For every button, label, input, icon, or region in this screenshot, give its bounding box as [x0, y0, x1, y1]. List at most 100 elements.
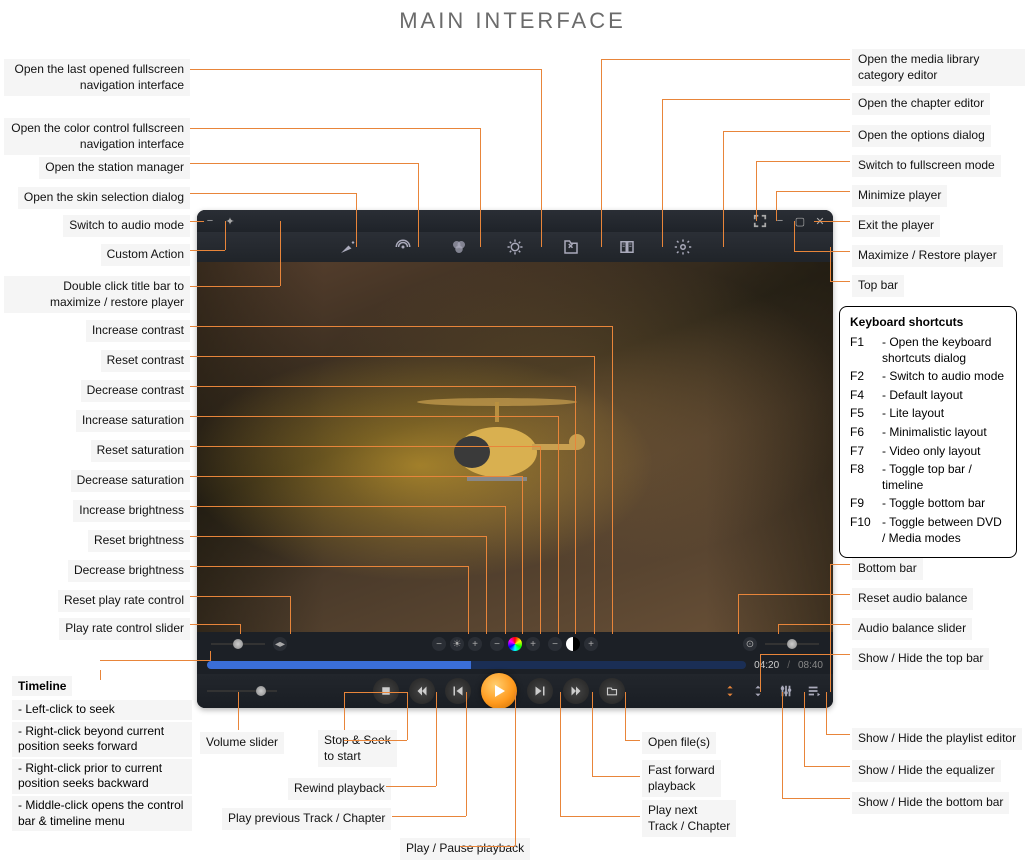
shortcut-row: F10- Toggle between DVD / Media modes	[850, 515, 1006, 546]
annotation-label: Rewind playback	[288, 778, 391, 800]
shortcut-row: F8- Toggle top bar / timeline	[850, 462, 1006, 493]
annotation-label: Open the options dialog	[852, 125, 991, 147]
titlebar[interactable]: − ✦ − ▢ ✕	[197, 210, 833, 232]
shortcut-desc: - Minimalistic layout	[882, 425, 1006, 441]
station-manager-button[interactable]	[393, 238, 413, 256]
shortcut-desc: - Toggle top bar / timeline	[882, 462, 1006, 493]
video-area[interactable]	[197, 262, 833, 632]
current-time: 04:20	[754, 660, 779, 671]
reset-balance-button[interactable]: ⊙	[743, 637, 757, 651]
annotation-label: Decrease brightness	[68, 560, 190, 582]
shortcut-key: F9	[850, 496, 876, 512]
annotation-label: Bottom bar	[852, 558, 923, 580]
shortcut-desc: - Video only layout	[882, 444, 1006, 460]
page-title: MAIN INTERFACE	[0, 0, 1025, 34]
annotation-label: Switch to fullscreen mode	[852, 155, 1001, 177]
shortcut-row: F9 - Toggle bottom bar	[850, 496, 1006, 512]
reset-brightness-button[interactable]: ☀	[450, 637, 464, 651]
skin-dialog-button[interactable]	[337, 238, 357, 256]
decrease-brightness-button[interactable]: −	[432, 637, 446, 651]
custom-action-button[interactable]: ✦	[223, 214, 237, 228]
decrease-saturation-button[interactable]: −	[490, 637, 504, 651]
annotation-label: Reset audio balance	[852, 588, 973, 610]
annotation-label: Open the last opened fullscreen navigati…	[4, 59, 190, 96]
close-button[interactable]: ✕	[813, 214, 827, 228]
timeline-help-box: Timeline - Left-click to seek- Right-cli…	[12, 676, 192, 833]
annotation-label: Switch to audio mode	[63, 215, 190, 237]
annotation-label: Increase contrast	[86, 320, 190, 342]
timeline-help-item: - Left-click to seek	[12, 700, 192, 720]
play-pause-button[interactable]	[481, 673, 517, 708]
audio-mode-button[interactable]: −	[203, 214, 217, 228]
increase-contrast-button[interactable]: +	[584, 637, 598, 651]
reset-saturation-button[interactable]	[508, 637, 522, 651]
shortcut-row: F2- Switch to audio mode	[850, 369, 1006, 385]
rewind-button[interactable]	[409, 678, 435, 704]
annotation-label: Open file(s)	[642, 732, 716, 754]
annotation-label: Play / Pause playback	[400, 838, 530, 860]
open-file-button[interactable]	[599, 678, 625, 704]
increase-saturation-button[interactable]: +	[526, 637, 540, 651]
shortcut-key: F6	[850, 425, 876, 441]
stop-button[interactable]	[373, 678, 399, 704]
timeline-help-item: - Right-click beyond current position se…	[12, 722, 192, 757]
annotation-label: Open the color control fullscreen naviga…	[4, 118, 190, 155]
options-button[interactable]	[673, 238, 693, 256]
annotation-label: Reset brightness	[88, 530, 190, 552]
chapter-editor-button[interactable]	[617, 238, 637, 256]
timeline-help-item: - Right-click prior to current position …	[12, 759, 192, 794]
previous-button[interactable]	[445, 678, 471, 704]
annotation-label: Audio balance slider	[852, 618, 972, 640]
shortcut-key: F10	[850, 515, 876, 546]
volume-slider[interactable]	[207, 690, 277, 692]
decrease-contrast-button[interactable]: −	[548, 637, 562, 651]
play-rate-slider[interactable]	[211, 643, 265, 645]
annotation-label: Show / Hide the equalizer	[852, 760, 1001, 782]
increase-brightness-button[interactable]: +	[468, 637, 482, 651]
shortcut-row: F6 - Minimalistic layout	[850, 425, 1006, 441]
annotation-label: Open the media library category editor	[852, 49, 1025, 86]
balance-slider[interactable]	[765, 643, 819, 645]
shortcut-key: F8	[850, 462, 876, 493]
maximize-button[interactable]: ▢	[793, 214, 807, 228]
annotation-label: Increase brightness	[73, 500, 190, 522]
shortcut-row: F4- Default layout	[850, 388, 1006, 404]
annotation-label: Play next Track / Chapter	[642, 800, 736, 837]
shortcut-key: F7	[850, 444, 876, 460]
media-library-button[interactable]	[561, 238, 581, 256]
playlist-button[interactable]	[805, 682, 823, 700]
annotation-label: Top bar	[852, 275, 904, 297]
annotation-label: Play previous Track / Chapter	[222, 808, 391, 830]
shortcut-desc: - Toggle bottom bar	[882, 496, 1006, 512]
annotation-label: Open the station manager	[39, 157, 190, 179]
shortcut-row: F1- Open the keyboard shortcuts dialog	[850, 335, 1006, 366]
minimize-button[interactable]: −	[773, 214, 787, 228]
annotation-label: Maximize / Restore player	[852, 245, 1003, 267]
equalizer-button[interactable]	[777, 682, 795, 700]
duration: 08:40	[798, 660, 823, 671]
shortcut-key: F5	[850, 406, 876, 422]
nav-interface-button[interactable]	[505, 238, 525, 256]
color-control-button[interactable]	[449, 238, 469, 256]
toggle-topbar-button[interactable]	[721, 682, 739, 700]
fullscreen-button[interactable]	[753, 214, 767, 228]
toggle-bottombar-button[interactable]	[749, 682, 767, 700]
shortcut-desc: - Switch to audio mode	[882, 369, 1006, 385]
top-bar	[197, 232, 833, 262]
annotation-label: Reset contrast	[101, 350, 190, 372]
timeline-seekbar[interactable]	[207, 661, 746, 669]
annotation-label: Fast forward playback	[642, 760, 721, 797]
shortcut-desc: - Open the keyboard shortcuts dialog	[882, 335, 1006, 366]
shortcut-row: F5- Lite layout	[850, 406, 1006, 422]
next-button[interactable]	[527, 678, 553, 704]
reset-contrast-button[interactable]	[566, 637, 580, 651]
annotation-label: Open the skin selection dialog	[18, 187, 190, 209]
annotation-label: Open the chapter editor	[852, 93, 990, 115]
timeline-row: 04:20 / 08:40	[197, 656, 833, 674]
reset-play-rate-button[interactable]: ◂▸	[273, 637, 287, 651]
annotation-label: Custom Action	[101, 244, 190, 266]
control-strip: ◂▸ − ☀ + − + − + ⊙	[197, 632, 833, 656]
shortcut-desc: - Default layout	[882, 388, 1006, 404]
shortcut-key: F1	[850, 335, 876, 366]
fast-forward-button[interactable]	[563, 678, 589, 704]
